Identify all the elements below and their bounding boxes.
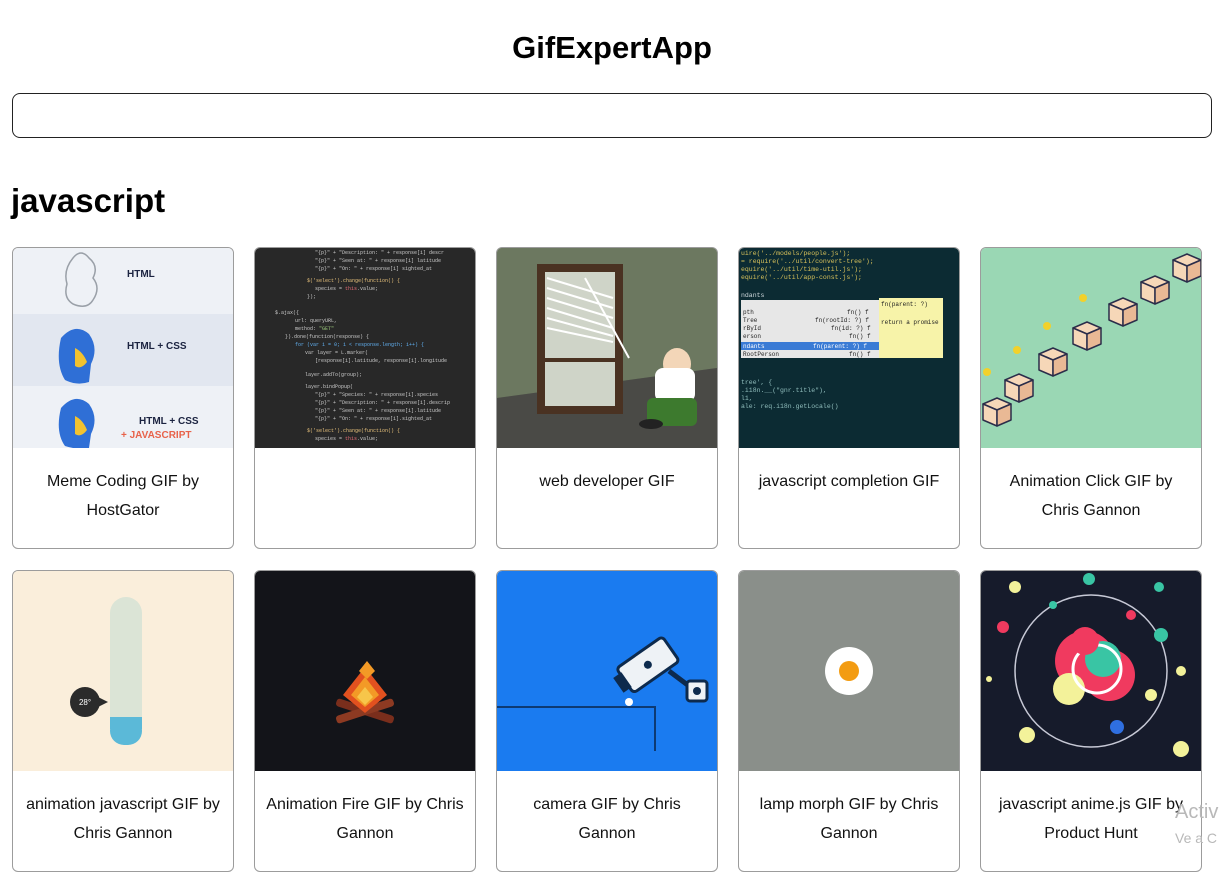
gif-card-meme-coding[interactable]: HTML HTML + CSS HTML + CSS + JAVASCRIPT … [12,247,234,549]
svg-text:fn(rootId: ?) f: fn(rootId: ?) f [815,317,869,324]
gif-image [981,571,1201,771]
svg-text:HTML: HTML [127,269,155,280]
svg-text:$('select').change(function(): $('select').change(function() { [307,428,400,434]
hostgator-html-css-js-icon: HTML HTML + CSS HTML + CSS + JAVASCRIPT [13,248,233,448]
svg-text:return a promise: return a promise [881,319,939,326]
gif-card-animation-click[interactable]: Animation Click GIF by Chris Gannon [980,247,1202,549]
svg-text:ndants: ndants [743,343,765,350]
svg-text:HTML + CSS: HTML + CSS [139,416,199,427]
svg-text:});: }); [307,294,316,300]
lamp-dot-icon [739,571,959,771]
svg-text:ale: req.i18n.getLocale(): ale: req.i18n.getLocale() [741,403,839,410]
gif-title: Animation Fire GIF by Chris Gannon [266,796,464,842]
svg-text:equire('../util/app-const.js'): equire('../util/app-const.js'); [741,274,862,281]
svg-text:erson: erson [743,333,761,340]
svg-text:[response[i].latitude, respons: [response[i].latitude, response[i].longi… [315,358,447,364]
search-input[interactable] [12,93,1212,138]
svg-text:ndants: ndants [741,292,765,299]
svg-text:equire('../util/time-util.js'): equire('../util/time-util.js'); [741,266,862,273]
gif-title [255,448,475,468]
svg-text:fn() f: fn() f [847,309,869,316]
gif-image [497,248,717,448]
app-title: GifExpertApp [512,30,712,65]
gif-image [497,571,717,771]
code-editor-icon: "{p}" + "Description: " + response[i] de… [255,248,475,448]
svg-text:method: "GET": method: "GET" [295,326,334,332]
svg-text:pth: pth [743,309,754,316]
svg-text:"{p}" + "Description: " + resp: "{p}" + "Description: " + response[i].de… [315,400,450,406]
svg-text:"{p}" + "Species: " + response: "{p}" + "Species: " + response[i].specie… [315,392,438,398]
svg-text:Tree: Tree [743,317,758,324]
gif-title: javascript anime.js GIF by Product Hunt [998,796,1184,842]
svg-text:species = this.value;: species = this.value; [315,436,378,442]
svg-text:url: queryURL,: url: queryURL, [295,318,337,324]
gif-title: javascript completion GIF [758,473,940,490]
gif-image [255,571,475,771]
svg-text:uire('../models/people.js');: uire('../models/people.js'); [741,250,850,257]
svg-text:fn() f: fn() f [849,333,871,340]
svg-text:"{p}" + "Seen at: " + response: "{p}" + "Seen at: " + response[i] latitu… [315,258,441,264]
gif-title: web developer GIF [539,473,675,490]
svg-text:rById: rById [743,325,761,332]
gif-card-code-editor[interactable]: "{p}" + "Description: " + response[i] de… [254,247,476,549]
thermometer-icon: 28° [13,571,233,771]
gif-card-web-developer[interactable]: web developer GIF [496,247,718,549]
gif-image: "{p}" + "Description: " + response[i] de… [255,248,475,448]
cartoon-window-blinds-icon [497,248,717,448]
gif-card-animation-fire[interactable]: Animation Fire GIF by Chris Gannon [254,570,476,872]
svg-text:fn(parent: ?) f: fn(parent: ?) f [813,343,867,350]
campfire-icon [255,571,475,771]
gif-title: camera GIF by Chris Gannon [533,796,681,842]
gif-card-camera[interactable]: camera GIF by Chris Gannon [496,570,718,872]
gif-image: uire('../models/people.js'); = require('… [739,248,959,448]
svg-text:fn(parent: ?): fn(parent: ?) [881,301,928,308]
svg-text:+ JAVASCRIPT: + JAVASCRIPT [121,430,191,441]
svg-text:= require('../util/convert-tre: = require('../util/convert-tree'); [741,258,874,265]
svg-text:HTML + CSS: HTML + CSS [127,341,187,352]
svg-text:$.ajax({: $.ajax({ [275,310,299,316]
gif-card-lamp-morph[interactable]: lamp morph GIF by Chris Gannon [738,570,960,872]
gif-grid: HTML HTML + CSS HTML + CSS + JAVASCRIPT … [12,247,1224,872]
svg-text:.i18n.__("gnr.title"),: .i18n.__("gnr.title"), [741,387,827,394]
gif-image [739,571,959,771]
svg-text:fn(id: ?) f: fn(id: ?) f [831,325,871,332]
security-camera-icon [497,571,717,771]
boxes-staircase-icon [981,248,1201,448]
gif-title: lamp morph GIF by Chris Gannon [759,796,939,842]
svg-text:"{p}" + "Seen at: " + response: "{p}" + "Seen at: " + response[i].latitu… [315,408,441,414]
category-title: javascript [11,182,166,219]
code-autocomplete-icon: uire('../models/people.js'); = require('… [739,248,959,448]
svg-text:tree', {: tree', { [741,379,772,386]
svg-text:"{p}" + "On: " + response[i] s: "{p}" + "On: " + response[i] sighted_at [315,266,432,272]
gif-title: animation javascript GIF by Chris Gannon [26,796,220,842]
svg-text:l1,: l1, [741,395,753,402]
gif-title: Meme Coding GIF by HostGator [46,473,200,519]
svg-text:fn() f: fn() f [849,351,871,358]
svg-text:RootPerson: RootPerson [743,351,779,358]
svg-text:layer.bindPopup(: layer.bindPopup( [305,384,353,390]
gif-card-anime-js[interactable]: javascript anime.js GIF by Product Hunt [980,570,1202,872]
gif-image: HTML HTML + CSS HTML + CSS + JAVASCRIPT [13,248,233,448]
svg-text:28°: 28° [79,698,91,707]
colorful-circles-icon [981,571,1201,771]
gif-title: Animation Click GIF by Chris Gannon [1009,473,1173,519]
svg-text:species = this.value;: species = this.value; [315,286,378,292]
svg-text:var layer = L.marker(: var layer = L.marker( [305,350,368,356]
gif-card-animation-javascript[interactable]: 28° animation javascript GIF by Chris Ga… [12,570,234,872]
svg-text:for (var i = 0; i < response.l: for (var i = 0; i < response.length; i++… [295,342,424,348]
svg-text:}).done(function(response) {: }).done(function(response) { [285,334,369,340]
svg-text:"{p}" + "On: " + response[i].s: "{p}" + "On: " + response[i].sighted_at [315,416,432,422]
svg-text:"{p}" + "Description: " + resp: "{p}" + "Description: " + response[i] de… [315,250,444,256]
gif-image [981,248,1201,448]
svg-text:$('select').change(function(): $('select').change(function() { [307,278,400,284]
gif-card-js-completion[interactable]: uire('../models/people.js'); = require('… [738,247,960,549]
svg-text:layer.addTo(group);: layer.addTo(group); [305,372,362,378]
gif-image: 28° [13,571,233,771]
